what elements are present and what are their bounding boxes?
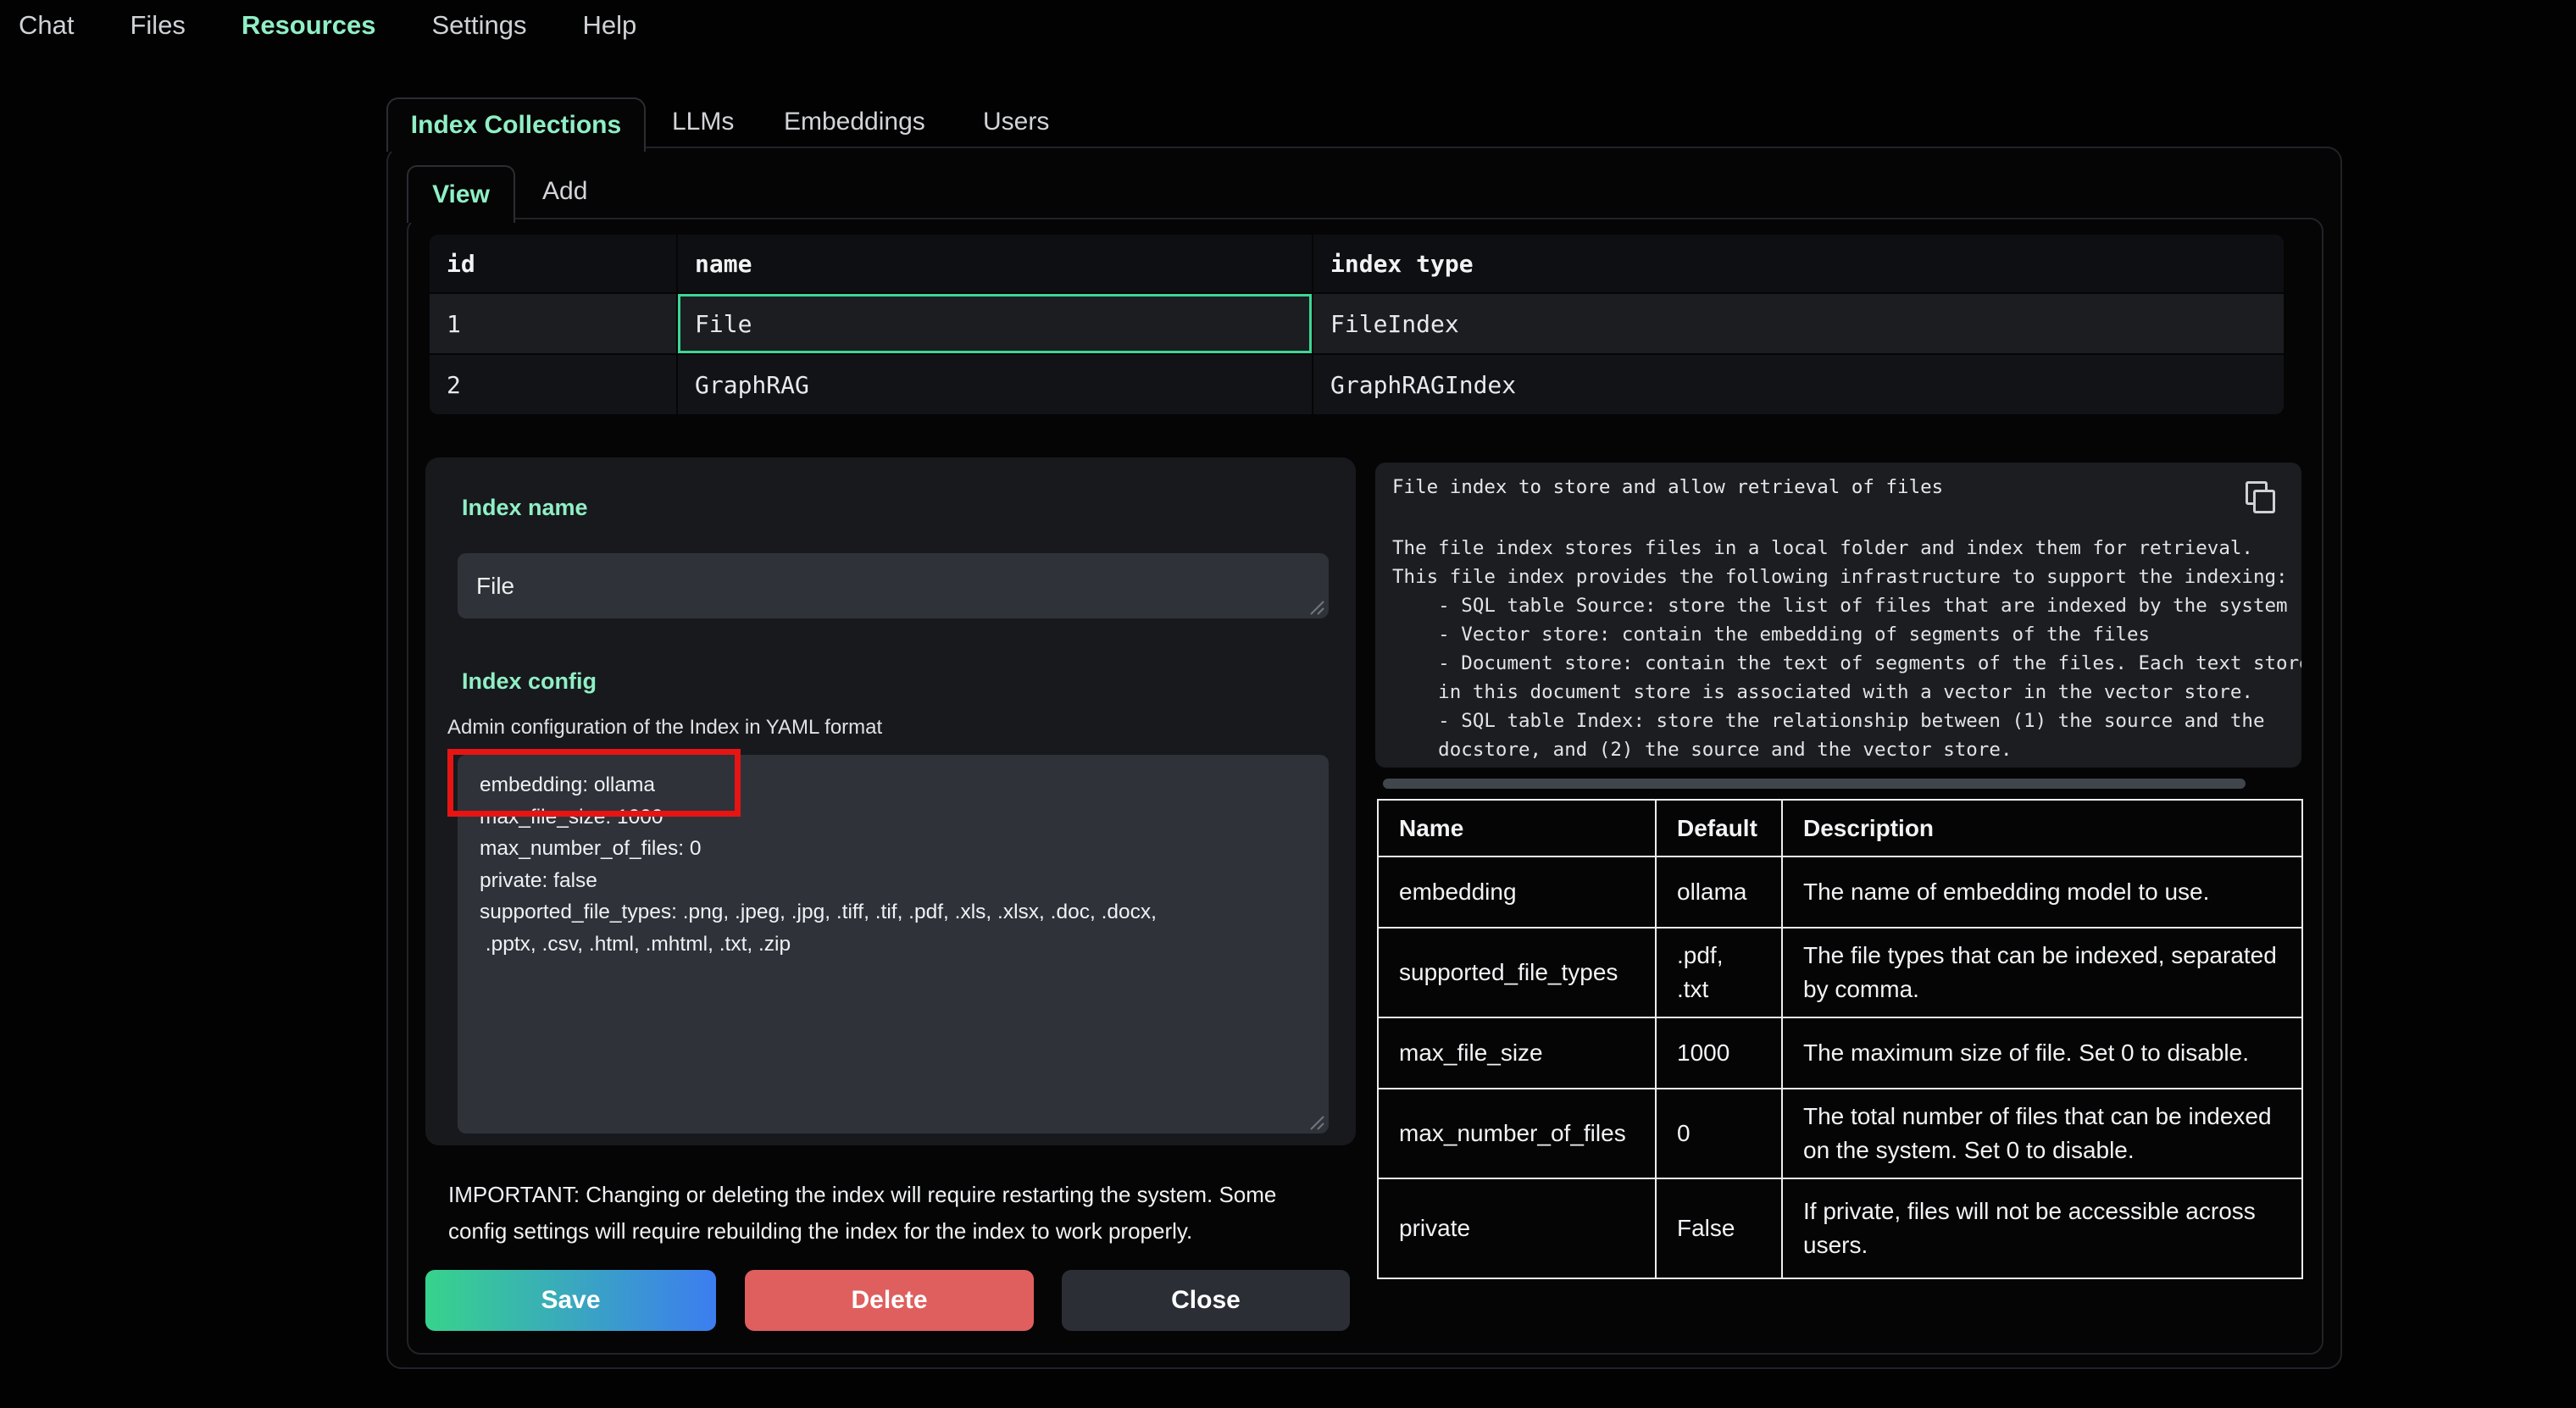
delete-button[interactable]: Delete [745, 1270, 1034, 1331]
param-name: max_file_size [1378, 1017, 1656, 1089]
cell-name-selected[interactable]: File [678, 294, 1313, 353]
table-header-row: id name index type [430, 235, 2284, 292]
tab-llms[interactable]: LLMs [672, 97, 734, 147]
tab-embeddings[interactable]: Embeddings [784, 97, 925, 147]
index-name-label: Index name [462, 495, 588, 521]
description-title: File index to store and allow retrieval … [1392, 476, 1943, 498]
nav-item-files[interactable]: Files [130, 10, 185, 41]
top-navigation: Chat Files Resources Settings Help [19, 0, 636, 51]
param-description: The file types that can be indexed, sepa… [1782, 928, 2302, 1017]
cell-index-type[interactable]: FileIndex [1313, 294, 2284, 353]
description-body: The file index stores files in a local f… [1392, 534, 2301, 768]
param-name: private [1378, 1178, 1656, 1278]
index-name-input[interactable]: File [458, 553, 1329, 618]
param-name: max_number_of_files [1378, 1089, 1656, 1178]
param-default: False [1656, 1178, 1782, 1278]
nav-item-chat[interactable]: Chat [19, 10, 74, 41]
config-params-table: Name Default Description embedding ollam… [1377, 799, 2303, 1279]
horizontal-scrollbar[interactable] [1383, 779, 2246, 789]
cell-id[interactable]: 1 [430, 294, 678, 353]
table-row[interactable]: 2 GraphRAG GraphRAGIndex [430, 355, 2284, 414]
param-default: 0 [1656, 1089, 1782, 1178]
param-description: If private, files will not be accessible… [1782, 1178, 2302, 1278]
resize-handle-icon[interactable] [1306, 1111, 1324, 1130]
params-row: supported_file_types .pdf, .txt The file… [1378, 928, 2302, 1017]
param-description: The total number of files that can be in… [1782, 1089, 2302, 1178]
close-button[interactable]: Close [1062, 1270, 1350, 1331]
column-header-index-type: index type [1313, 235, 2284, 292]
column-header-name: name [678, 235, 1313, 292]
config-hint-text: Admin configuration of the Index in YAML… [447, 716, 882, 740]
param-default: ollama [1656, 856, 1782, 928]
important-warning-text: IMPORTANT: Changing or deleting the inde… [448, 1177, 1363, 1250]
nav-item-help[interactable]: Help [582, 10, 636, 41]
param-name: embedding [1378, 856, 1656, 928]
index-name-value: File [458, 553, 1329, 618]
params-col-description: Description [1782, 800, 2302, 856]
column-header-id: id [430, 235, 678, 292]
tab-index-collections[interactable]: Index Collections [386, 97, 646, 152]
nav-item-settings[interactable]: Settings [431, 10, 526, 41]
tab-users[interactable]: Users [983, 97, 1049, 147]
params-row: max_number_of_files 0 The total number o… [1378, 1089, 2302, 1178]
cell-name[interactable]: GraphRAG [678, 355, 1313, 414]
index-description-panel: File index to store and allow retrieval … [1375, 463, 2301, 768]
params-header-row: Name Default Description [1378, 800, 2302, 856]
param-name: supported_file_types [1378, 928, 1656, 1017]
subtab-view[interactable]: View [407, 165, 515, 223]
table-row[interactable]: 1 File FileIndex [430, 294, 2284, 353]
index-config-label: Index config [462, 668, 597, 695]
param-description: The name of embedding model to use. [1782, 856, 2302, 928]
params-row: max_file_size 1000 The maximum size of f… [1378, 1017, 2302, 1089]
param-default: .pdf, .txt [1656, 928, 1782, 1017]
resize-handle-icon[interactable] [1306, 596, 1324, 615]
red-highlight-annotation [447, 749, 741, 817]
params-col-name: Name [1378, 800, 1656, 856]
params-row: embedding ollama The name of embedding m… [1378, 856, 2302, 928]
params-row: private False If private, files will not… [1378, 1178, 2302, 1278]
params-col-default: Default [1656, 800, 1782, 856]
copy-icon[interactable] [2246, 481, 2279, 515]
cell-index-type[interactable]: GraphRAGIndex [1313, 355, 2284, 414]
cell-id[interactable]: 2 [430, 355, 678, 414]
index-collections-table: id name index type 1 File FileIndex 2 Gr… [430, 235, 2284, 414]
subtab-add[interactable]: Add [542, 167, 587, 216]
save-button[interactable]: Save [425, 1270, 716, 1331]
param-description: The maximum size of file. Set 0 to disab… [1782, 1017, 2302, 1089]
param-default: 1000 [1656, 1017, 1782, 1089]
nav-item-resources[interactable]: Resources [242, 10, 376, 41]
